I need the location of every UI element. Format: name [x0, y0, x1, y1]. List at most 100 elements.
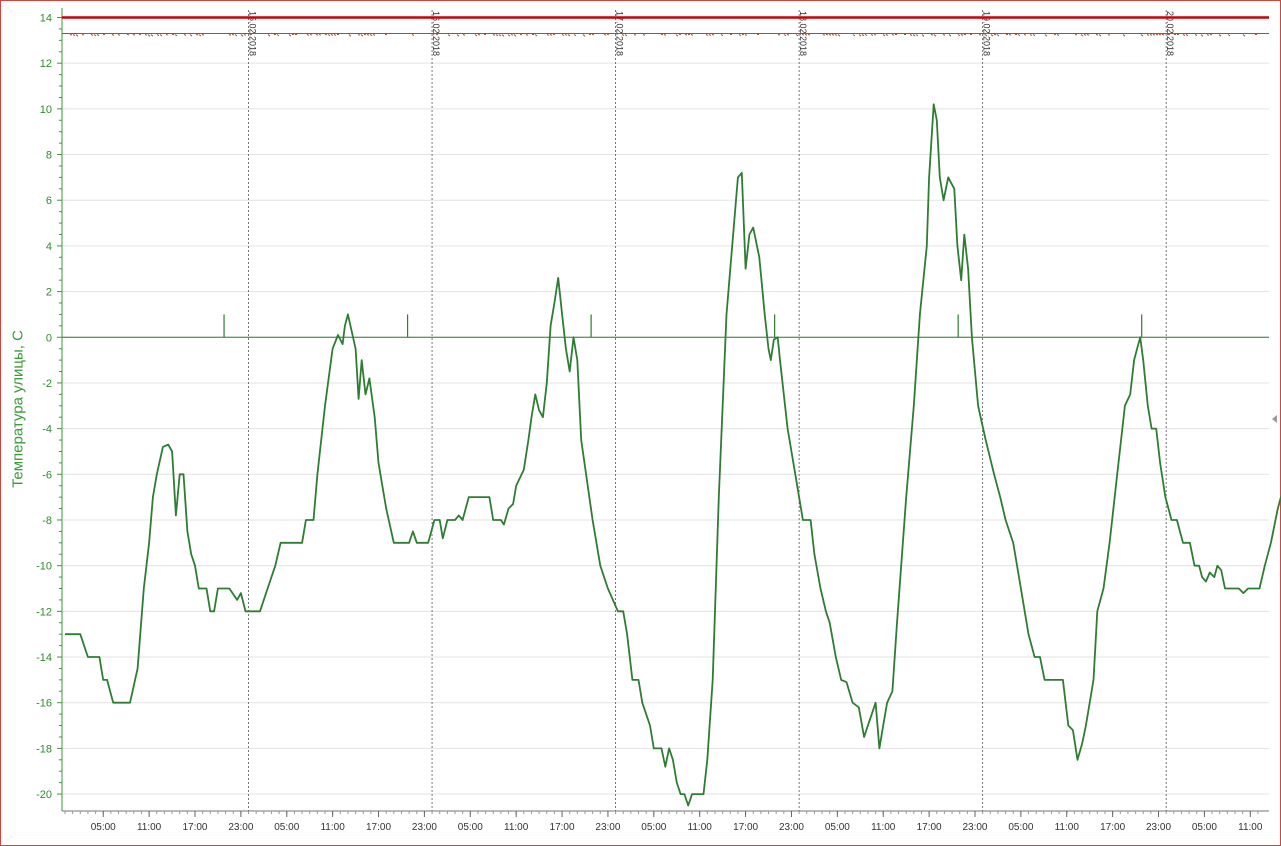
gridlines	[62, 17, 1269, 795]
brown-trace-noise	[603, 34, 607, 36]
brown-trace-noise	[327, 34, 331, 37]
brown-trace-noise	[492, 34, 496, 36]
brown-trace-noise	[117, 34, 121, 36]
brown-trace-noise	[1023, 34, 1027, 36]
brown-trace-noise	[498, 34, 502, 37]
brown-trace-noise	[996, 34, 1000, 37]
brown-trace-noise	[573, 34, 577, 37]
brown-trace-noise	[330, 34, 334, 36]
brown-trace-noise	[957, 34, 961, 37]
brown-trace-noise	[858, 34, 862, 37]
brown-trace-noise	[495, 34, 499, 37]
brown-trace-noise	[288, 34, 292, 37]
brown-trace-noise	[795, 34, 799, 37]
brown-trace-noise	[942, 34, 946, 36]
brown-trace-noise	[75, 34, 79, 37]
brown-trace-noise	[834, 34, 838, 36]
brown-trace-noise	[1098, 34, 1102, 37]
brown-trace-noise	[183, 34, 187, 36]
brown-trace-noise	[960, 34, 964, 36]
y-tick-label: -10	[36, 561, 52, 573]
brown-trace-noise	[882, 34, 886, 37]
y-tick-label: -12	[36, 606, 52, 618]
brown-trace-noise	[150, 34, 154, 37]
brown-trace-noise	[1095, 34, 1099, 36]
brown-trace-noise	[534, 34, 538, 37]
brown-trace-noise	[1161, 34, 1165, 36]
brown-trace-noise	[1029, 34, 1033, 36]
y-tick-label: -14	[36, 652, 52, 664]
x-tick-label: 23:00	[228, 822, 253, 833]
brown-trace-noise	[315, 34, 319, 36]
brown-trace-noise	[831, 34, 835, 36]
brown-trace-noise	[72, 34, 76, 36]
brown-trace-noise	[786, 34, 790, 36]
brown-trace-noise	[675, 34, 679, 37]
x-axis: 05:00 11:00 17:00 23:00 05:00 11:00 17:00 23:00…	[62, 810, 1269, 833]
y-tick-label: -16	[36, 698, 52, 710]
brown-trace-noise	[411, 34, 415, 36]
brown-trace-noise	[111, 34, 115, 36]
y-axis: 14 12 10 8 6 4 2 0 -2 -4 -6 -8 -10 -12 -14 -16 -18 -20	[36, 8, 63, 811]
y-tick-label: -20	[36, 789, 52, 801]
x-tick-label: 23:00	[412, 822, 437, 833]
brown-trace-noise	[909, 34, 913, 37]
y-tick-label: -4	[42, 424, 52, 436]
brown-trace-noise	[198, 34, 202, 37]
y-axis-label: Температура улицы, С	[9, 330, 27, 488]
x-tick-label: 23:00	[1146, 822, 1171, 833]
brown-trace-noise	[783, 34, 787, 37]
y-tick-label: 8	[46, 150, 52, 162]
y-tick-label: -2	[42, 378, 52, 390]
y-tick-label: -18	[36, 743, 52, 755]
brown-trace-noise	[822, 34, 826, 36]
brown-trace-noise	[333, 34, 337, 36]
brown-trace-noise	[546, 34, 550, 36]
x-tick-label: 11:00	[1238, 822, 1263, 833]
brown-trace-noise	[306, 34, 310, 36]
brown-trace-noise	[633, 34, 637, 36]
brown-trace-noise	[474, 34, 478, 37]
panel-collapse-handle-icon[interactable]	[1272, 415, 1277, 423]
brown-trace-noise	[240, 34, 244, 37]
y-tick-label: 4	[46, 241, 52, 253]
brown-trace-noise	[582, 34, 586, 37]
x-tick-label: 17:00	[733, 822, 758, 833]
brown-trace-noise	[156, 34, 160, 37]
brown-trace-noise	[1122, 34, 1126, 37]
brown-trace-noise	[708, 34, 712, 36]
x-tick-label: 23:00	[779, 822, 804, 833]
x-tick-label: 05:00	[641, 822, 666, 833]
brown-trace-noise	[891, 34, 895, 36]
brown-trace-noise	[864, 34, 868, 36]
brown-trace	[62, 32, 1269, 37]
brown-trace-noise	[852, 34, 856, 37]
brown-trace-noise	[567, 34, 571, 37]
brown-trace-noise	[561, 34, 565, 37]
brown-trace-noise	[309, 34, 313, 36]
brown-trace-noise	[885, 34, 889, 36]
brown-trace-noise	[804, 34, 808, 36]
brown-trace-noise	[1056, 34, 1060, 36]
brown-trace-noise	[81, 34, 85, 36]
x-tick-label: 17:00	[550, 822, 575, 833]
brown-trace-noise	[564, 34, 568, 36]
brown-trace-noise	[360, 34, 364, 37]
brown-trace-noise	[1107, 34, 1111, 36]
y-tick-label: -8	[42, 515, 52, 527]
x-tick-label: 11:00	[320, 822, 345, 833]
brown-trace-noise	[915, 34, 919, 37]
brown-trace-noise	[243, 34, 247, 36]
brown-trace-noise	[642, 34, 646, 36]
brown-trace-noise	[1080, 34, 1084, 37]
brown-trace-noise	[456, 34, 460, 37]
x-tick-label: 17:00	[917, 822, 942, 833]
brown-trace-noise	[369, 34, 373, 37]
x-tick-label: 17:00	[1100, 822, 1125, 833]
brown-trace-noise	[861, 34, 865, 37]
brown-trace-noise	[201, 34, 205, 36]
brown-trace-noise	[1185, 34, 1189, 37]
brown-trace-noise	[267, 34, 271, 37]
brown-trace-noise	[234, 34, 238, 37]
brown-trace-noise	[837, 34, 841, 37]
